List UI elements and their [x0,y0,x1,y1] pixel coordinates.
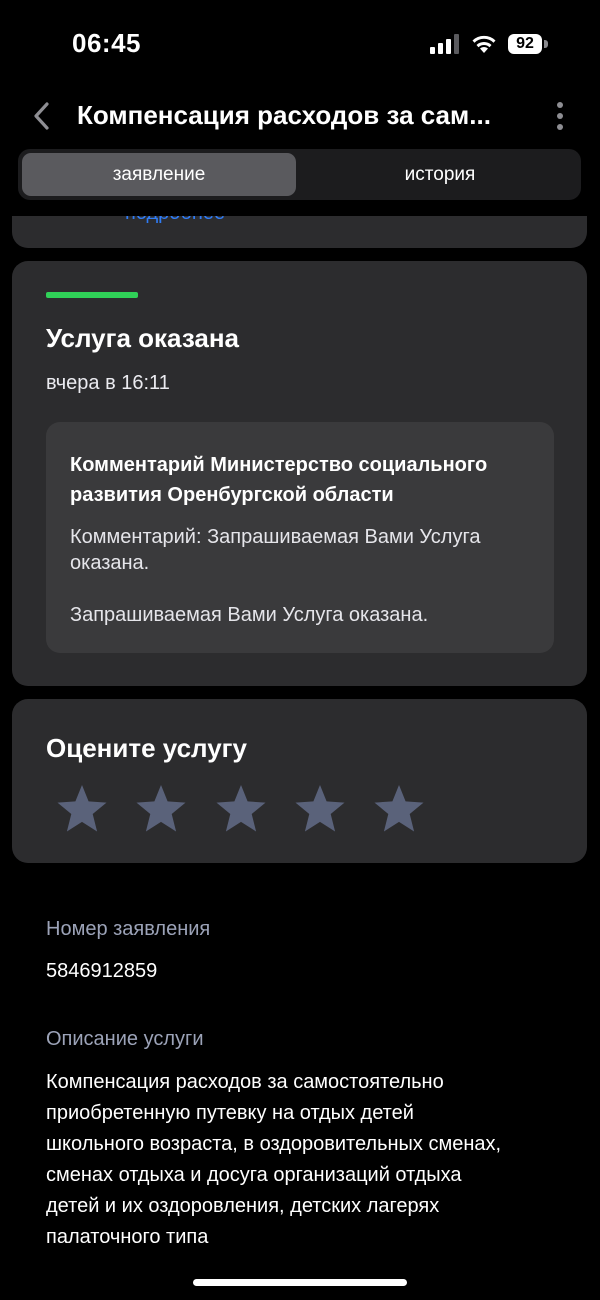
battery-tip [544,40,548,48]
status-card: Услуга оказана вчера в 16:11 Комментарий… [12,261,587,686]
more-vertical-icon [557,102,563,108]
more-dot [557,113,563,119]
status-indicator-line [46,292,138,298]
home-indicator [193,1279,407,1286]
status-title: Услуга оказана [46,323,240,353]
more-dot [557,124,563,130]
tab-bar: заявление история [18,149,581,200]
service-description-label: Описание услуги [46,1028,204,1050]
comment-text: Комментарий: Запрашиваемая Вами Услуга о… [70,526,481,574]
description-line: палаточного типа [46,1226,209,1248]
description-line: Компенсация расходов за самостоятельно [46,1071,444,1093]
previous-card: подробнее [12,216,587,248]
description-line: приобретенную путевку на отдых детей [46,1102,414,1124]
rating-card: Оцените услугу [12,699,587,863]
star-5-icon[interactable] [372,783,426,835]
comment-title: Комментарий Министерство социального раз… [70,454,488,506]
battery-indicator: 92 [508,34,542,54]
page-title: Компенсация расходов за сам... [77,100,491,130]
rating-title: Оцените услугу [46,733,247,763]
star-3-icon[interactable] [214,783,268,835]
description-line: школьного возраста, в оздоровительных см… [46,1133,502,1155]
back-button[interactable] [22,96,62,136]
chevron-left-icon [34,102,49,130]
cellular-signal-icon [430,34,459,54]
application-number-label: Номер заявления [46,918,211,940]
more-menu-button[interactable] [546,96,574,136]
status-timestamp: вчера в 16:11 [46,372,170,394]
star-4-icon[interactable] [293,783,347,835]
wifi-icon [472,35,496,53]
status-time: 06:45 [72,28,141,58]
service-description-value: Компенсация расходов за самостоятельно п… [46,1067,566,1253]
application-number-value: 5846912859 [46,960,158,982]
details-link[interactable]: подробнее [125,216,225,225]
status-bar: 06:45 92 [0,0,600,90]
description-line: детей и их оздоровления, детских лагерях [46,1195,440,1217]
star-2-icon[interactable] [134,783,188,835]
star-1-icon[interactable] [55,783,109,835]
comment-text-secondary: Запрашиваемая Вами Услуга оказана. [70,604,429,626]
tab-history[interactable]: история [303,153,577,196]
tab-application[interactable]: заявление [22,153,296,196]
description-line: сменах отдыха и досуга организаций отдых… [46,1164,462,1186]
comment-box: Комментарий Министерство социального раз… [46,422,554,653]
